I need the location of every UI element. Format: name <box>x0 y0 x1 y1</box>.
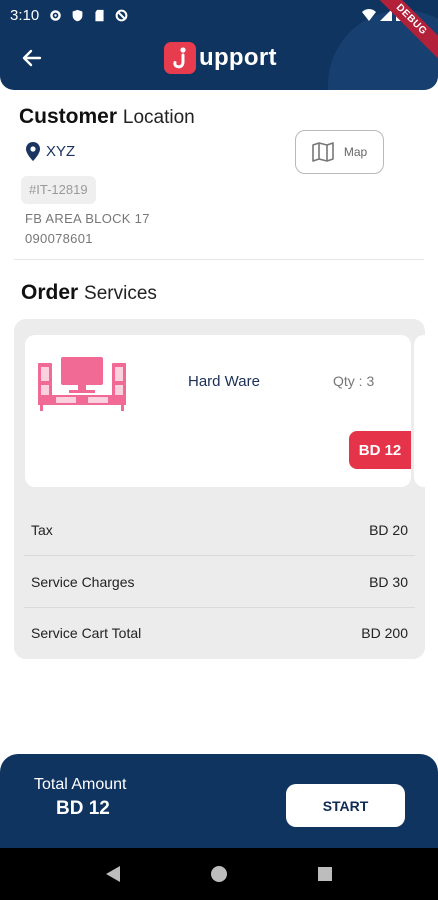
circle-home-icon <box>211 866 227 882</box>
logo-text: upport <box>199 44 277 71</box>
nav-recents-button[interactable] <box>313 862 337 886</box>
map-button[interactable]: Map <box>295 130 384 174</box>
service-name: Hard Ware <box>188 373 260 390</box>
summary-label: Service Cart Total <box>31 625 142 641</box>
tv-unit-icon <box>38 357 126 411</box>
nav-home-button[interactable] <box>207 862 231 886</box>
location-row: XYZ <box>26 142 75 161</box>
start-button[interactable]: START <box>286 784 405 827</box>
order-section-title: Order Services <box>21 281 157 305</box>
location-name: XYZ <box>46 143 76 160</box>
summary-row-service-charges: Service Charges BD 30 <box>24 556 415 608</box>
phone-number: 090078601 <box>25 231 93 246</box>
customer-address: FB AREA BLOCK 17 090078601 <box>25 209 150 249</box>
arrow-left-icon <box>22 49 42 67</box>
nav-back-button[interactable] <box>101 862 125 886</box>
map-button-label: Map <box>343 145 368 159</box>
summary-value: BD 20 <box>369 521 408 538</box>
customer-section-title: Customer Location <box>19 105 195 129</box>
square-recents-icon <box>318 867 332 881</box>
app-logo: upport <box>164 42 277 74</box>
summary-value: BD 200 <box>361 625 408 641</box>
total-amount-value: BD 12 <box>56 798 110 819</box>
address-line: FB AREA BLOCK 17 <box>25 211 150 226</box>
back-button[interactable] <box>18 44 46 72</box>
order-title-light: Services <box>84 283 157 304</box>
location-pin-icon <box>26 142 40 161</box>
shield-icon <box>72 9 83 21</box>
total-amount-label: Total Amount <box>34 776 127 793</box>
wifi-icon <box>362 8 376 21</box>
section-divider <box>14 259 424 260</box>
sd-card-icon <box>95 9 104 21</box>
logo-person-icon <box>173 47 186 69</box>
status-time: 3:10 <box>10 6 40 24</box>
summary-label: Service Charges <box>31 573 135 590</box>
system-nav-bar <box>0 848 438 900</box>
app-header: 3:10 DEBUG upport <box>0 0 438 90</box>
service-price-badge: BD 12 <box>349 431 411 469</box>
settings-icon <box>50 9 61 21</box>
summary-label: Tax <box>31 521 53 538</box>
map-icon <box>312 142 334 162</box>
no-disturb-icon <box>115 9 128 21</box>
summary-row-tax: Tax BD 20 <box>24 504 415 556</box>
triangle-back-icon <box>106 866 120 882</box>
order-panel: Hard Ware Qty : 3 BD 12 Tax BD 20 Servic… <box>14 319 425 659</box>
next-service-card[interactable] <box>414 335 425 487</box>
service-qty: Qty : 3 <box>333 373 375 389</box>
service-card[interactable]: Hard Ware Qty : 3 BD 12 <box>25 335 411 487</box>
order-id-badge: #IT-12819 <box>21 176 96 204</box>
checkout-bar: Total Amount BD 12 START <box>0 754 438 848</box>
summary-value: BD 30 <box>369 573 408 590</box>
summary-row-cart-total: Service Cart Total BD 200 <box>24 607 415 659</box>
customer-title-light: Location <box>122 107 195 128</box>
customer-title-bold: Customer <box>19 105 118 128</box>
order-title-bold: Order <box>21 281 79 304</box>
logo-mark <box>164 42 196 74</box>
